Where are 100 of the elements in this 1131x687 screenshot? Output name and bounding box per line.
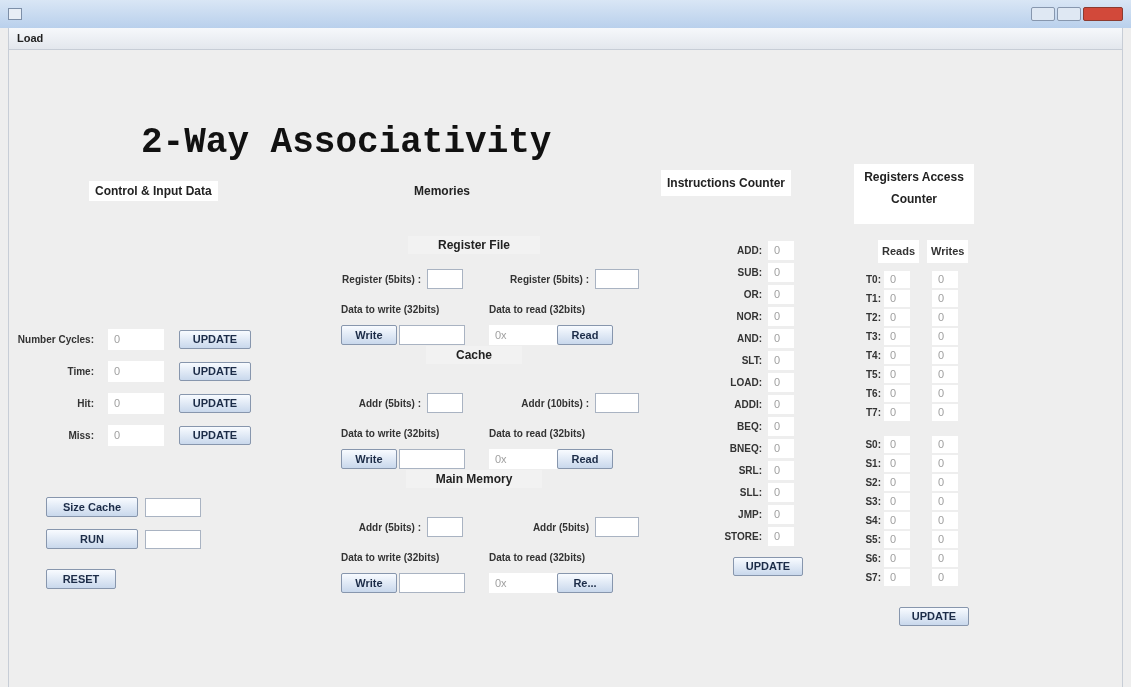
input-field[interactable] xyxy=(427,393,463,413)
input-field[interactable] xyxy=(595,517,639,537)
input-field[interactable]: 0 xyxy=(932,436,958,453)
input-field[interactable]: 0 xyxy=(768,395,794,414)
update-button[interactable]: UPDATE xyxy=(179,426,251,445)
button[interactable]: Size Cache xyxy=(46,497,138,517)
input-field[interactable] xyxy=(399,325,465,345)
input-field[interactable]: 0 xyxy=(108,393,164,414)
section-heading: Control & Input Data xyxy=(89,181,218,201)
input-field[interactable] xyxy=(399,449,465,469)
input-field[interactable]: 0 xyxy=(932,531,958,548)
input-field[interactable] xyxy=(427,517,463,537)
input-field[interactable]: 0 xyxy=(768,439,794,458)
input-field[interactable]: 0 xyxy=(884,404,910,421)
field-label: SRL: xyxy=(738,464,762,478)
input-field[interactable]: 0 xyxy=(768,373,794,392)
input-field[interactable]: 0 xyxy=(884,309,910,326)
write-button[interactable]: Write xyxy=(341,573,397,593)
input-field[interactable] xyxy=(595,393,639,413)
input-field[interactable]: 0 xyxy=(768,505,794,524)
input-field[interactable] xyxy=(145,529,201,549)
input-field[interactable]: 0 xyxy=(932,569,958,586)
input-field[interactable]: 0 xyxy=(932,366,958,383)
input-field[interactable]: 0 xyxy=(932,309,958,326)
input-field[interactable] xyxy=(595,269,639,289)
page-title: 2-Way Associativity xyxy=(141,122,552,163)
input-field[interactable]: 0 xyxy=(884,493,910,510)
subsection-heading: Register File xyxy=(408,236,540,254)
field-label: Addr (10bits) : xyxy=(521,396,589,411)
update-button[interactable]: UPDATE xyxy=(733,557,803,576)
update-button[interactable]: UPDATE xyxy=(899,606,969,626)
input-field[interactable]: 0 xyxy=(768,417,794,436)
close-button[interactable] xyxy=(1083,7,1123,21)
field-label: Register (5bits) : xyxy=(342,272,421,287)
input-field[interactable]: 0 xyxy=(932,385,958,402)
input-field[interactable]: 0 xyxy=(768,351,794,370)
input-field[interactable]: 0 xyxy=(884,455,910,472)
input-field[interactable]: 0 xyxy=(884,512,910,529)
input-field[interactable]: 0 xyxy=(932,328,958,345)
input-field[interactable]: 0 xyxy=(108,329,164,350)
read-button[interactable]: Read xyxy=(557,449,613,469)
field-label: T3: xyxy=(866,330,881,344)
input-field[interactable]: 0 xyxy=(108,361,164,382)
input-field[interactable]: 0 xyxy=(884,436,910,453)
minimize-button[interactable] xyxy=(1031,7,1055,21)
input-field[interactable]: 0x xyxy=(489,573,557,593)
button[interactable]: RESET xyxy=(46,569,116,589)
menu-item[interactable]: Load xyxy=(17,30,44,47)
maximize-button[interactable] xyxy=(1057,7,1081,21)
input-field[interactable]: 0 xyxy=(768,483,794,502)
field-label: Data to read (32bits) xyxy=(489,304,586,315)
input-field[interactable]: 0 xyxy=(884,385,910,402)
field-label: Addr (5bits) xyxy=(532,520,589,535)
field-label: Hit: xyxy=(77,397,94,411)
input-field[interactable]: 0 xyxy=(768,241,794,260)
input-field[interactable] xyxy=(427,269,463,289)
input-field[interactable]: 0 xyxy=(768,263,794,282)
update-button[interactable]: UPDATE xyxy=(179,362,251,381)
field-label: S2: xyxy=(865,476,881,490)
input-field[interactable] xyxy=(399,573,465,593)
input-field[interactable]: 0 xyxy=(884,550,910,567)
input-field[interactable]: 0 xyxy=(768,461,794,480)
input-field[interactable]: 0 xyxy=(932,290,958,307)
input-field[interactable]: 0 xyxy=(884,531,910,548)
field-label: Data to read (32bits) xyxy=(489,552,586,563)
input-field[interactable]: 0 xyxy=(768,329,794,348)
input-field[interactable]: 0 xyxy=(768,307,794,326)
update-button[interactable]: UPDATE xyxy=(179,330,251,349)
input-field[interactable]: 0 xyxy=(932,550,958,567)
input-field[interactable] xyxy=(145,497,201,517)
read-button[interactable]: Re... xyxy=(557,573,613,593)
input-field[interactable]: 0 xyxy=(884,366,910,383)
input-field[interactable]: 0 xyxy=(932,474,958,491)
write-button[interactable]: Write xyxy=(341,325,397,345)
input-field[interactable]: 0x xyxy=(489,449,557,469)
input-field[interactable]: 0 xyxy=(932,455,958,472)
input-field[interactable]: 0 xyxy=(884,328,910,345)
write-button[interactable]: Write xyxy=(341,449,397,469)
update-button[interactable]: UPDATE xyxy=(179,394,251,413)
input-field[interactable]: 0 xyxy=(768,285,794,304)
section-heading: Registers Access Counter xyxy=(854,164,974,224)
input-field[interactable]: 0 xyxy=(884,271,910,288)
app-icon xyxy=(8,8,22,20)
button[interactable]: RUN xyxy=(46,529,138,549)
input-field[interactable]: 0 xyxy=(932,493,958,510)
input-field[interactable]: 0 xyxy=(884,347,910,364)
input-field[interactable]: 0 xyxy=(768,527,794,546)
input-field[interactable]: 0 xyxy=(932,271,958,288)
input-field[interactable]: 0x xyxy=(489,325,557,345)
field-label: ADDI: xyxy=(734,398,762,412)
read-button[interactable]: Read xyxy=(557,325,613,345)
input-field[interactable]: 0 xyxy=(932,347,958,364)
input-field[interactable]: 0 xyxy=(884,290,910,307)
input-field[interactable]: 0 xyxy=(932,404,958,421)
column-header: Writes xyxy=(927,240,969,263)
input-field[interactable]: 0 xyxy=(108,425,164,446)
input-field[interactable]: 0 xyxy=(884,569,910,586)
input-field[interactable]: 0 xyxy=(932,512,958,529)
input-field[interactable]: 0 xyxy=(884,474,910,491)
field-label: Number Cycles: xyxy=(17,333,94,347)
